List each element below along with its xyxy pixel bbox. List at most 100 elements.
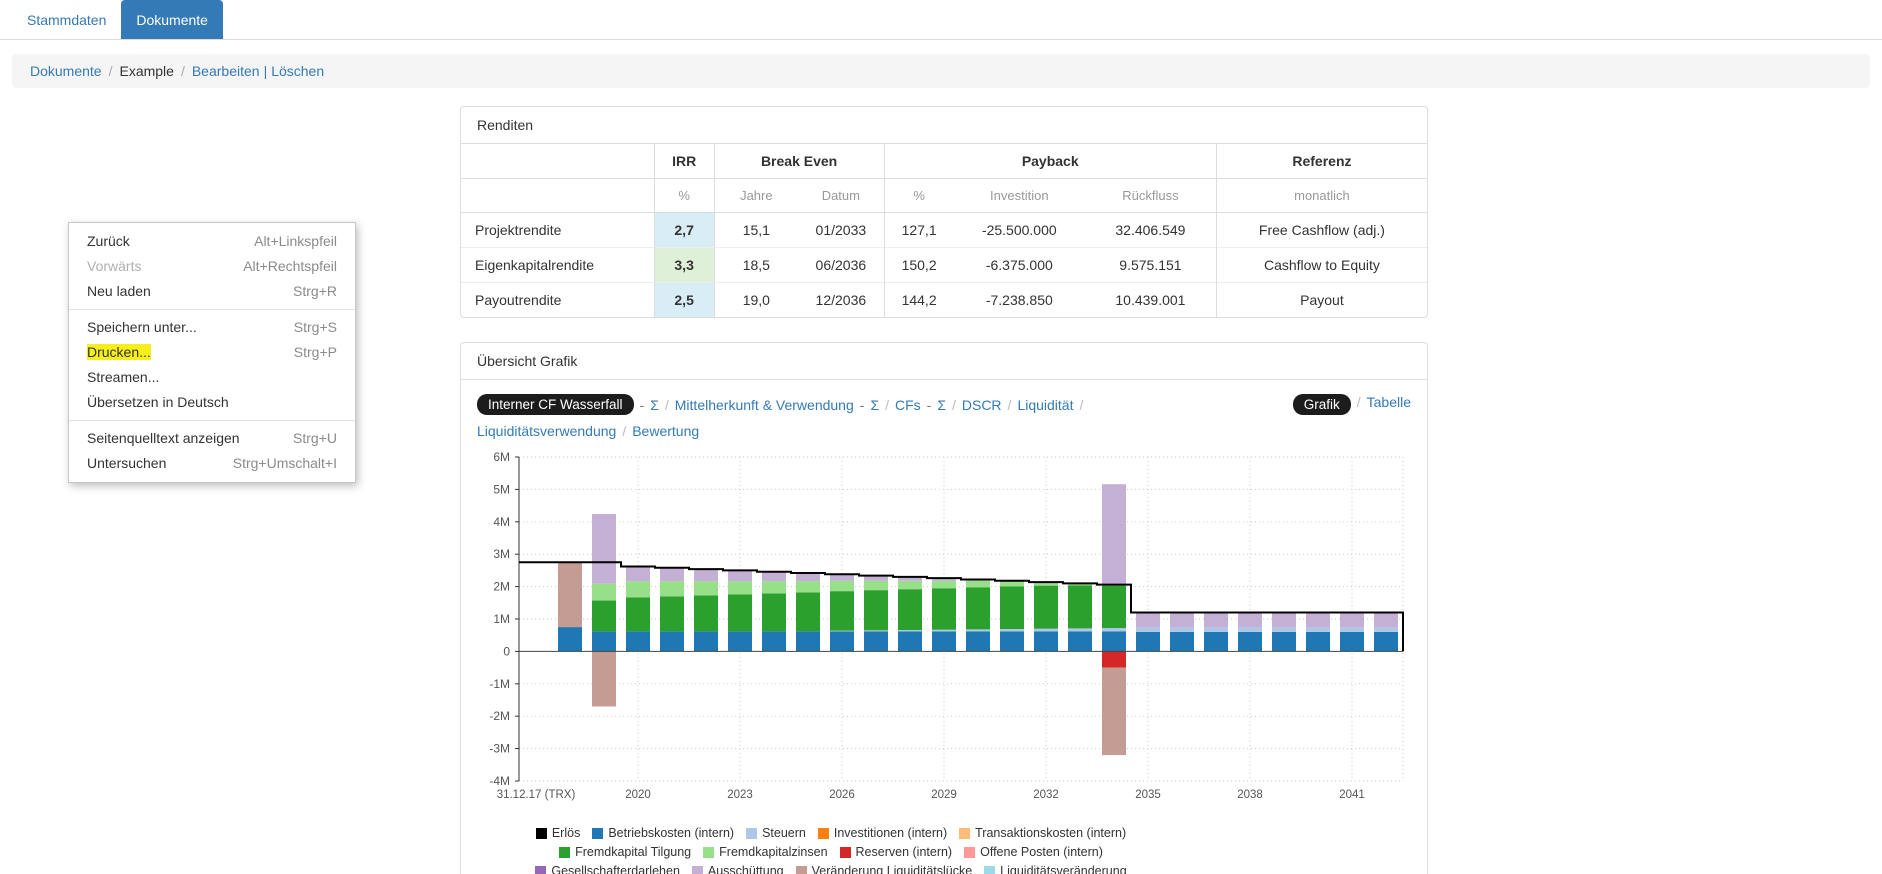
bar-segment-reserven[interactable]: [1102, 651, 1126, 668]
bar-segment-tilgung[interactable]: [932, 588, 956, 630]
legend-item-reserven[interactable]: Reserven (intern): [839, 845, 952, 859]
bar-segment-betriebskosten[interactable]: [1170, 631, 1194, 652]
chart-tab-bewertung[interactable]: Bewertung: [632, 423, 699, 439]
bar-segment-steuern[interactable]: [1068, 628, 1092, 632]
erloes-step-line[interactable]: [519, 561, 1404, 652]
bar-segment-ausschuettung[interactable]: [1102, 484, 1126, 585]
bar-segment-betriebskosten[interactable]: [660, 631, 684, 652]
legend-item-zinsen[interactable]: Fremdkapitalzinsen: [703, 845, 828, 859]
bar-segment-ausschuettung[interactable]: [1170, 612, 1194, 628]
bar-segment-steuern[interactable]: [1204, 627, 1228, 632]
chart-tab-[interactable]: Σ: [650, 397, 659, 413]
bar-segment-betriebskosten[interactable]: [1068, 631, 1092, 652]
bar-segment-ausschuettung[interactable]: [1272, 612, 1296, 628]
bar-segment-steuern[interactable]: [1340, 627, 1364, 632]
menu-item-zurück[interactable]: Zurück Alt+Linkspfeil: [69, 229, 355, 254]
bar-segment-tilgung[interactable]: [592, 600, 616, 632]
bar-segment-tilgung[interactable]: [694, 595, 718, 632]
chart-tab-[interactable]: Σ: [937, 397, 946, 413]
bar-segment-betriebskosten[interactable]: [1340, 631, 1364, 652]
legend-item-veraenderung_liq[interactable]: Veränderung Liquiditätslücke: [795, 864, 972, 874]
legend-item-transaktionskosten[interactable]: Transaktionskosten (intern): [959, 826, 1126, 840]
menu-item-neu-laden[interactable]: Neu laden Strg+R: [69, 279, 355, 304]
bar-segment-betriebskosten[interactable]: [1102, 631, 1126, 652]
bar-segment-steuern[interactable]: [1000, 629, 1024, 632]
bar-segment-betriebskosten[interactable]: [796, 631, 820, 652]
bar-segment-betriebskosten[interactable]: [694, 631, 718, 652]
breadcrumb-dokumente-link[interactable]: Dokumente: [30, 63, 102, 79]
bar-segment-zinsen[interactable]: [592, 583, 616, 601]
edit-link[interactable]: Bearbeiten: [192, 63, 260, 79]
bar-segment-steuern[interactable]: [966, 629, 990, 632]
bar-segment-steuern[interactable]: [932, 629, 956, 632]
legend-item-tilgung[interactable]: Fremdkapital Tilgung: [559, 845, 691, 859]
menu-item-streamen[interactable]: Streamen...: [69, 365, 355, 390]
bar-segment-ausschuettung[interactable]: [728, 570, 752, 582]
bar-segment-tilgung[interactable]: [728, 594, 752, 632]
bar-segment-tilgung[interactable]: [660, 596, 684, 632]
bar-segment-ausschuettung[interactable]: [1238, 612, 1262, 628]
bar-segment-zinsen[interactable]: [694, 581, 718, 596]
bar-segment-tilgung[interactable]: [762, 593, 786, 632]
menu-item-speichern-unter[interactable]: Speichern unter... Strg+S: [69, 315, 355, 340]
bar-segment-betriebskosten[interactable]: [1306, 631, 1330, 652]
bar-segment-veraenderung_liq[interactable]: [558, 562, 582, 628]
bar-segment-veraenderung_liq[interactable]: [1102, 667, 1126, 756]
bar-segment-betriebskosten[interactable]: [1034, 631, 1058, 652]
bar-segment-zinsen[interactable]: [728, 581, 752, 595]
tab-dokumente[interactable]: Dokumente: [121, 0, 223, 39]
bar-segment-zinsen[interactable]: [626, 581, 650, 598]
chart-tab-dscr[interactable]: DSCR: [962, 397, 1002, 413]
bar-segment-betriebskosten[interactable]: [1204, 631, 1228, 652]
bar-segment-betriebskosten[interactable]: [762, 631, 786, 652]
bar-segment-zinsen[interactable]: [966, 580, 990, 588]
legend-item-offene_posten[interactable]: Offene Posten (intern): [964, 845, 1103, 859]
bar-segment-betriebskosten[interactable]: [1238, 631, 1262, 652]
bar-segment-betriebskosten[interactable]: [1000, 631, 1024, 652]
bar-segment-tilgung[interactable]: [830, 591, 854, 631]
bar-segment-ausschuettung[interactable]: [796, 572, 820, 582]
bar-segment-zinsen[interactable]: [796, 581, 820, 593]
bar-segment-veraenderung_liq[interactable]: [592, 651, 616, 707]
bar-segment-ausschuettung[interactable]: [1136, 612, 1160, 628]
menu-item-untersuchen[interactable]: Untersuchen Strg+Umschalt+I: [69, 451, 355, 476]
tab-stammdaten[interactable]: Stammdaten: [12, 0, 121, 39]
bar-segment-tilgung[interactable]: [1034, 585, 1058, 629]
bar-segment-betriebskosten[interactable]: [626, 631, 650, 652]
chart-tab-liquiditätsverwendung[interactable]: Liquiditätsverwendung: [477, 423, 616, 439]
bar-segment-ausschuettung[interactable]: [1340, 612, 1364, 628]
bar-segment-tilgung[interactable]: [1102, 585, 1126, 629]
delete-link[interactable]: Löschen: [271, 63, 324, 79]
bar-segment-ausschuettung[interactable]: [592, 514, 616, 584]
bar-segment-steuern[interactable]: [1306, 627, 1330, 632]
bar-segment-zinsen[interactable]: [898, 580, 922, 590]
chart-tab-tabelle[interactable]: Tabelle: [1367, 394, 1411, 410]
bar-segment-steuern[interactable]: [1102, 628, 1126, 632]
bar-segment-betriebskosten[interactable]: [898, 631, 922, 652]
bar-segment-steuern[interactable]: [1272, 627, 1296, 632]
bar-segment-steuern[interactable]: [1238, 627, 1262, 632]
bar-segment-betriebskosten[interactable]: [966, 631, 990, 652]
bar-segment-betriebskosten[interactable]: [864, 631, 888, 652]
bar-segment-steuern[interactable]: [830, 630, 854, 632]
bar-segment-steuern[interactable]: [864, 630, 888, 632]
bar-segment-betriebskosten[interactable]: [1136, 631, 1160, 652]
bar-segment-zinsen[interactable]: [864, 580, 888, 591]
chart-tab-interner-cf-wasserfall-active[interactable]: Interner CF Wasserfall: [477, 394, 634, 415]
bar-segment-steuern[interactable]: [1170, 627, 1194, 632]
bar-segment-tilgung[interactable]: [864, 590, 888, 631]
bar-segment-ausschuettung[interactable]: [660, 567, 684, 582]
bar-segment-tilgung[interactable]: [1000, 586, 1024, 630]
legend-item-steuern[interactable]: Steuern: [746, 826, 806, 840]
bar-segment-tilgung[interactable]: [1068, 585, 1092, 629]
bar-segment-betriebskosten[interactable]: [558, 627, 582, 652]
bar-segment-zinsen[interactable]: [830, 580, 854, 592]
bar-segment-steuern[interactable]: [1374, 627, 1398, 632]
bar-segment-betriebskosten[interactable]: [1374, 631, 1398, 652]
bar-segment-tilgung[interactable]: [626, 597, 650, 632]
bar-segment-betriebskosten[interactable]: [728, 631, 752, 652]
menu-item-seitenquelltext-anzeigen[interactable]: Seitenquelltext anzeigen Strg+U: [69, 426, 355, 451]
bar-segment-ausschuettung[interactable]: [626, 566, 650, 582]
legend-item-ausschuettung[interactable]: Ausschüttung: [691, 864, 784, 874]
bar-segment-tilgung[interactable]: [966, 587, 990, 630]
